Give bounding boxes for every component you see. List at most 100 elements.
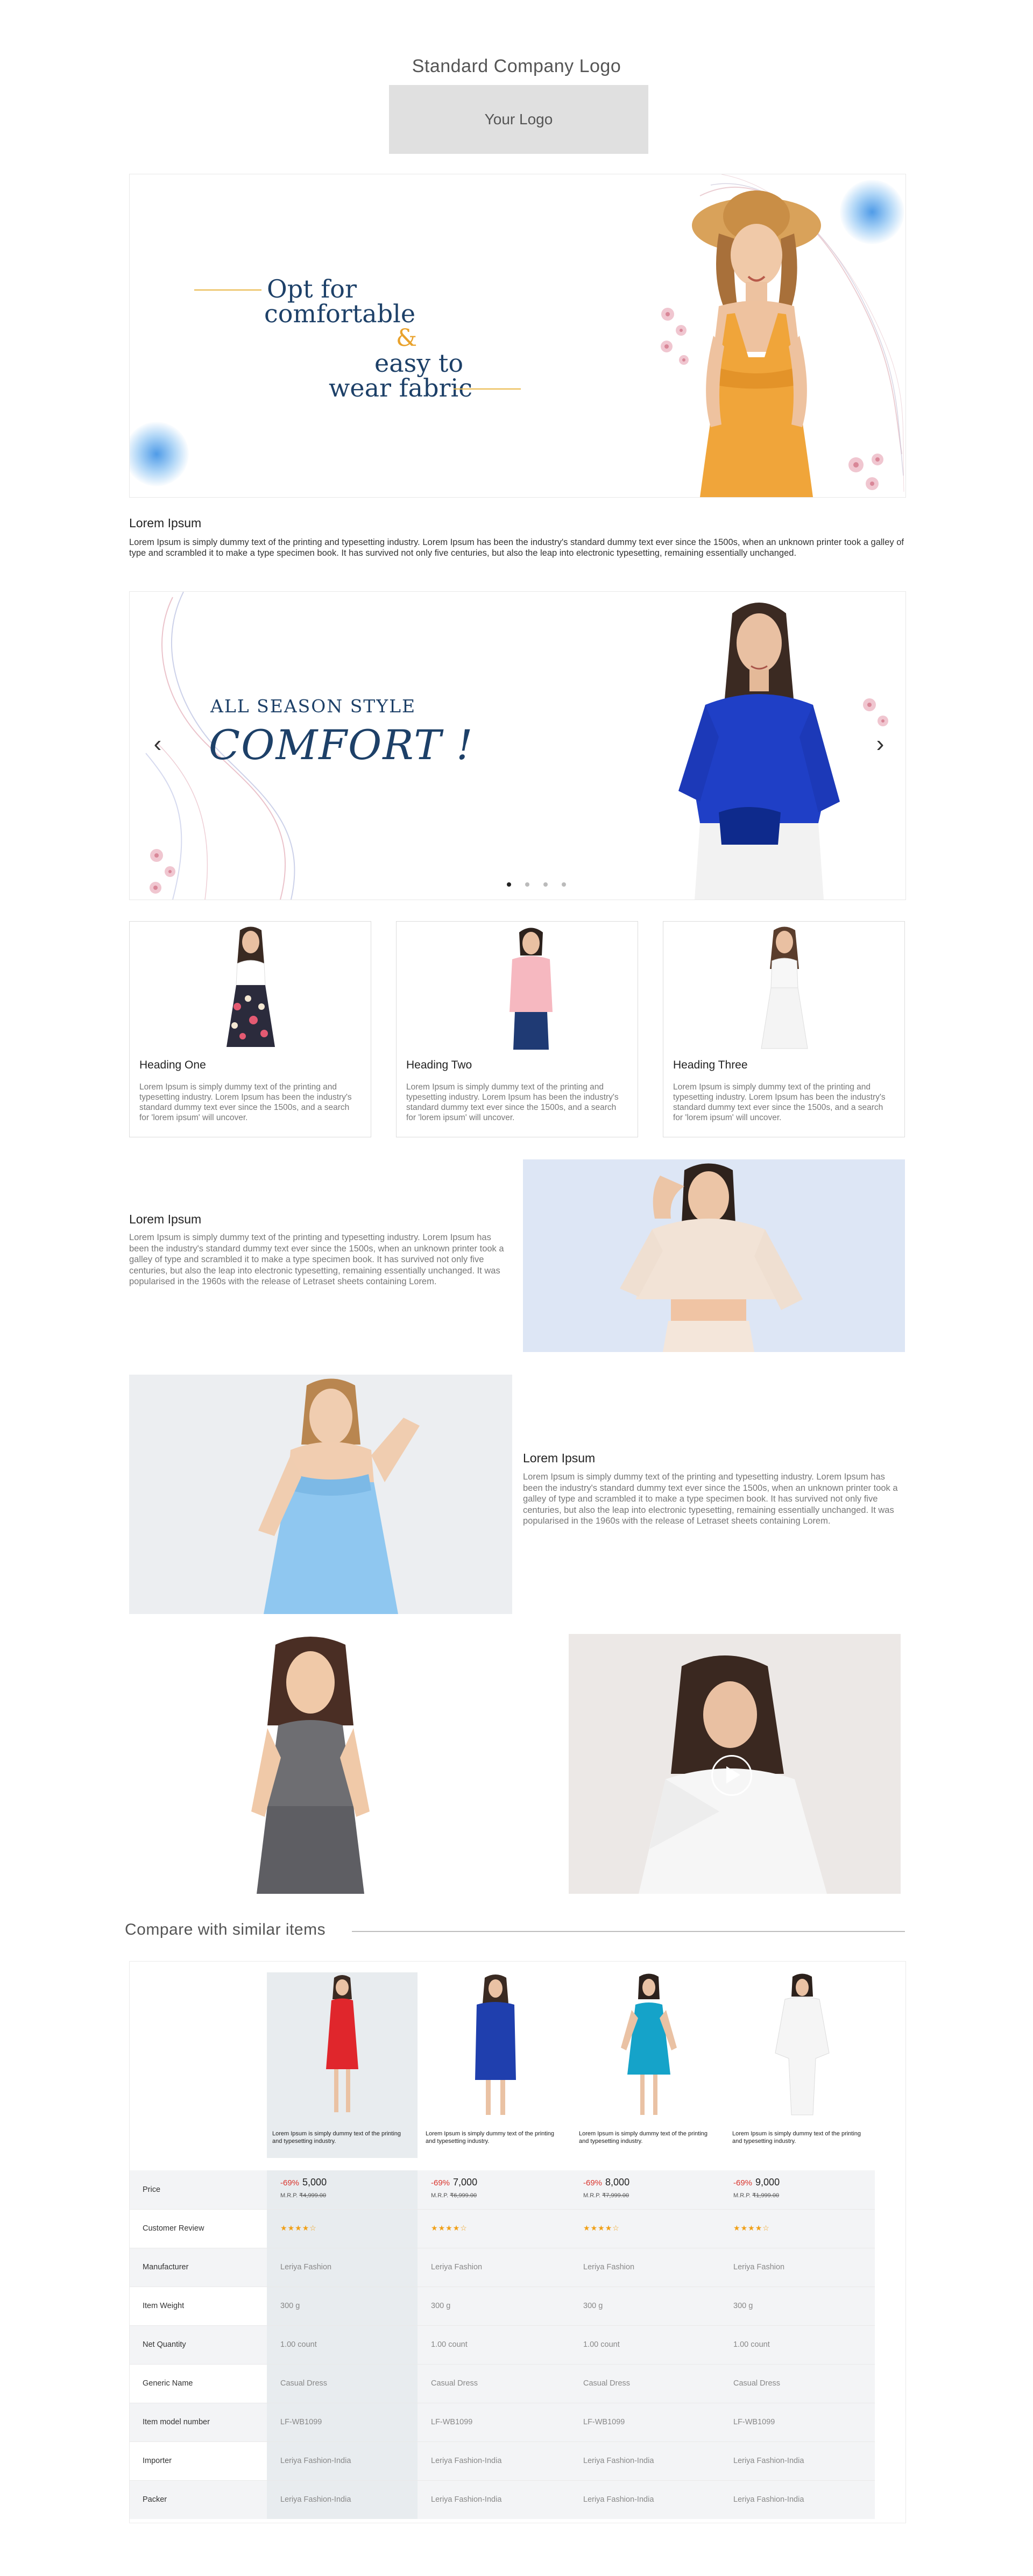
star-filled-icon: ★ [280,2224,288,2232]
mrp-value: ₹6,999.00 [450,2192,477,2199]
weight-cell: 300 g [733,2302,753,2310]
slider-dot[interactable] [562,882,566,887]
intro-title: Lorem Ipsum [129,516,202,530]
star-filled-icon: ★ [302,2224,310,2232]
star-empty-icon: ☆ [762,2224,770,2232]
mrp-cell: M.R.P. ₹7,999.00 [583,2192,629,2199]
split1-text: Lorem Ipsum is simply dummy text of the … [129,1233,504,1286]
star-filled-icon: ★ [740,2224,748,2232]
logo-placeholder[interactable]: Your Logo [389,85,648,154]
mrp-cell: M.R.P. ₹1,999.00 [733,2192,779,2199]
quantity-cell: 1.00 count [583,2340,620,2349]
mrp-cell: M.R.P. ₹4,999.00 [280,2192,326,2199]
price: 8,000 [605,2177,630,2188]
card-heading: Heading One [139,1059,206,1071]
hero-line-1: Opt for [194,277,485,301]
product-image[interactable] [420,1972,571,2119]
mrp-value: ₹7,999.00 [602,2192,629,2199]
price-cell: -69% 9,000 [733,2177,780,2188]
row-separator [130,2364,875,2365]
hero-banner-fabric[interactable]: Opt for comfortable & easy to wear fabri… [129,174,906,498]
slider-pagination [130,882,905,887]
slider-dot[interactable] [543,882,548,887]
intro-text: Lorem Ipsum is simply dummy text of the … [129,537,904,558]
product-description: Lorem Ipsum is simply dummy text of the … [579,2131,708,2145]
flower-decoration [848,454,883,490]
price: 9,000 [755,2177,780,2188]
price: 7,000 [453,2177,478,2188]
weight-cell: 300 g [583,2302,603,2310]
row-separator [130,2209,875,2210]
price-cell: -69% 7,000 [431,2177,477,2188]
star-filled-icon: ★ [605,2224,613,2232]
discount: -69% [733,2178,753,2188]
star-filled-icon: ★ [438,2224,446,2232]
woman-blue-sweater-photo [678,603,840,900]
row-label-review: Customer Review [143,2224,204,2233]
packer-cell: Leriya Fashion-India [431,2495,502,2504]
generic-cell: Casual Dress [280,2379,328,2388]
logo-placeholder-label: Your Logo [484,111,553,128]
row-label-packer: Packer [143,2495,167,2504]
star-filled-icon: ★ [598,2224,605,2232]
slider-subtitle: ALL SEASON STYLE [210,696,416,717]
rating-stars: ★★★★☆ [733,2224,770,2233]
star-filled-icon: ★ [748,2224,755,2232]
mrp-value: ₹4,999.00 [299,2192,327,2199]
quantity-cell: 1.00 count [733,2340,770,2349]
packer-cell: Leriya Fashion-India [583,2495,654,2504]
manufacturer-cell: Leriya Fashion [280,2263,332,2271]
video-thumbnail[interactable] [569,1634,901,1894]
row-label-quantity: Net Quantity [143,2340,186,2349]
woman-blue-dress-photo [129,1375,512,1614]
hero-line-2: comfortable [264,299,416,328]
importer-cell: Leriya Fashion-India [431,2457,502,2465]
product-image[interactable] [727,1972,878,2119]
row-separator [130,2325,875,2326]
model-cell: LF-WB1099 [583,2418,625,2426]
slider-next-arrow-icon[interactable]: › [869,731,891,758]
manufacturer-cell: Leriya Fashion [431,2263,483,2271]
mrp-cell: M.R.P. ₹6,999.00 [431,2192,477,2199]
manufacturer-cell: Leriya Fashion [583,2263,635,2271]
hero-slider[interactable]: ALL SEASON STYLE COMFORT ! ‹ › [129,591,906,900]
slider-dot[interactable] [525,882,529,887]
star-filled-icon: ★ [431,2224,438,2232]
model-cell: LF-WB1099 [280,2418,322,2426]
row-label-weight: Item Weight [143,2302,185,2310]
slider-dot[interactable] [507,882,511,887]
feature-card[interactable]: Heading Three Lorem Ipsum is simply dumm… [663,921,905,1137]
split2-text: Lorem Ipsum is simply dummy text of the … [523,1472,898,1526]
generic-cell: Casual Dress [583,2379,631,2388]
blue-glow-decoration [130,422,189,486]
card-text: Lorem Ipsum is simply dummy text of the … [673,1082,886,1122]
company-logo-title: Standard Company Logo [412,56,621,76]
manufacturer-cell: Leriya Fashion [733,2263,785,2271]
packer-cell: Leriya Fashion-India [280,2495,351,2504]
slider-prev-arrow-icon[interactable]: ‹ [147,731,168,758]
feature-card[interactable]: Heading One Lorem Ipsum is simply dummy … [129,921,371,1137]
play-icon[interactable] [711,1755,752,1796]
generic-cell: Casual Dress [733,2379,781,2388]
quantity-cell: 1.00 count [280,2340,317,2349]
product-image[interactable] [574,1972,724,2119]
hero-fabric-headline: Opt for comfortable & easy to wear fabri… [194,277,521,400]
importer-cell: Leriya Fashion-India [583,2457,654,2465]
importer-cell: Leriya Fashion-India [733,2457,804,2465]
star-empty-icon: ☆ [612,2224,620,2232]
row-separator [130,2480,875,2481]
quantity-cell: 1.00 count [431,2340,468,2349]
product-description: Lorem Ipsum is simply dummy text of the … [272,2131,401,2145]
model-cell: LF-WB1099 [431,2418,473,2426]
price: 5,000 [302,2177,327,2188]
rating-stars: ★★★★☆ [583,2224,620,2233]
product-image[interactable] [267,1972,418,2119]
card-heading: Heading Two [406,1059,472,1071]
row-label-model: Item model number [143,2418,210,2426]
feature-card[interactable]: Heading Two Lorem Ipsum is simply dummy … [396,921,638,1137]
card-heading: Heading Three [673,1059,748,1071]
discount: -69% [431,2178,450,2188]
row-separator [130,2441,875,2442]
flower-decoration [150,849,175,894]
split2-title: Lorem Ipsum [523,1451,596,1465]
